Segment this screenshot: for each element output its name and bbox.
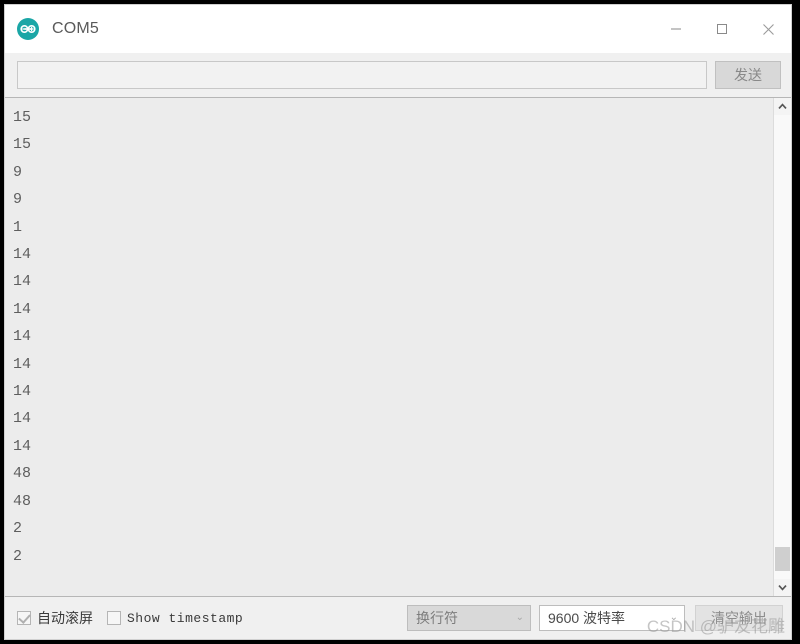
autoscroll-checkbox[interactable]: [17, 611, 31, 625]
serial-monitor-window: COM5 发送 15 15 9 9 1 14 14 14 14 14 14 14…: [4, 4, 792, 640]
scrollbar-thumb[interactable]: [775, 547, 790, 571]
send-button[interactable]: 发送: [715, 61, 781, 89]
close-button[interactable]: [745, 5, 791, 53]
window-title: COM5: [52, 20, 100, 37]
send-row: 发送: [5, 53, 791, 97]
show-timestamp-label: Show timestamp: [127, 610, 244, 626]
window-controls: [653, 5, 791, 53]
autoscroll-label: 自动滚屏: [37, 610, 93, 626]
arduino-logo-icon: [16, 17, 40, 41]
send-input[interactable]: [17, 61, 707, 89]
line-ending-value: 换行符: [416, 610, 458, 626]
bottom-toolbar-right: 换行符 ⌄ 9600 波特率 ⌄ 清空输出: [399, 605, 783, 631]
show-timestamp-checkbox-group[interactable]: Show timestamp: [107, 611, 243, 626]
scrollbar-track[interactable]: [774, 115, 791, 579]
serial-output-area: 15 15 9 9 1 14 14 14 14 14 14 14 14 48 4…: [5, 97, 791, 597]
bottom-toolbar: 自动滚屏 Show timestamp 换行符 ⌄ 9600 波特率 ⌄ 清空输…: [5, 597, 791, 639]
chevron-down-icon: ⌄: [669, 612, 678, 623]
clear-output-button[interactable]: 清空输出: [695, 605, 783, 631]
autoscroll-checkbox-group[interactable]: 自动滚屏: [17, 608, 93, 628]
title-bar: COM5: [5, 5, 791, 53]
baud-rate-dropdown[interactable]: 9600 波特率 ⌄: [539, 605, 685, 631]
line-ending-dropdown[interactable]: 换行符 ⌄: [407, 605, 531, 631]
output-scrollbar[interactable]: [773, 98, 791, 596]
chevron-down-icon: ⌄: [515, 612, 524, 623]
serial-output-text: 15 15 9 9 1 14 14 14 14 14 14 14 14 48 4…: [13, 109, 32, 565]
chevron-up-icon[interactable]: [774, 98, 791, 115]
show-timestamp-checkbox[interactable]: [107, 611, 121, 625]
maximize-button[interactable]: [699, 5, 745, 53]
minimize-button[interactable]: [653, 5, 699, 53]
baud-rate-value: 9600 波特率: [548, 610, 626, 626]
chevron-down-icon[interactable]: [774, 579, 791, 596]
